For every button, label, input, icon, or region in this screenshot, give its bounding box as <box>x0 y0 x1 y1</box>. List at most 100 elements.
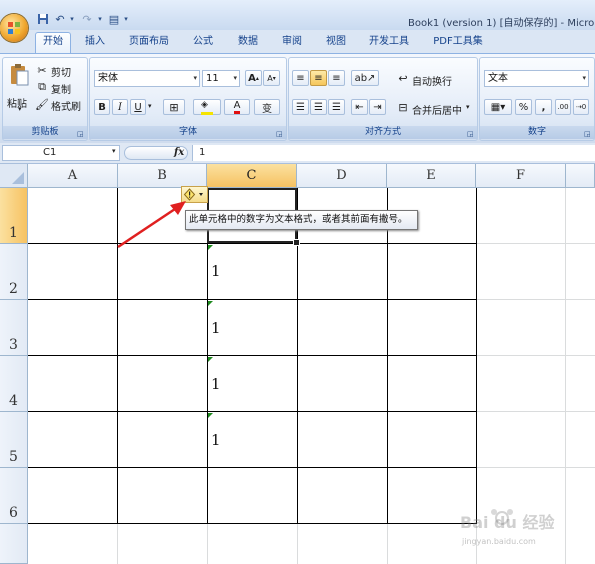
merge-dropdown-icon[interactable]: ▾ <box>466 103 470 111</box>
tab-pdf-tools[interactable]: PDF工具集 <box>428 33 488 51</box>
row-header-5[interactable]: 5 <box>0 412 28 468</box>
column-header-c[interactable]: C <box>207 164 297 188</box>
cell-c3[interactable]: 1 <box>211 319 221 337</box>
gridline <box>476 355 595 356</box>
insert-function-button[interactable]: fx <box>174 147 184 158</box>
wrap-text-button[interactable]: 自动换行 <box>412 73 452 88</box>
number-launcher-icon[interactable]: ◲ <box>584 130 592 138</box>
percent-button[interactable]: % <box>515 99 532 115</box>
row-header-2[interactable]: 2 <box>0 244 28 300</box>
align-left-button[interactable]: ☰ <box>292 99 309 115</box>
tab-developer[interactable]: 开发工具 <box>363 33 415 51</box>
paste-dropdown-icon[interactable]: ▾ <box>18 105 22 113</box>
cut-icon: ✂ <box>37 63 47 77</box>
cell-c2[interactable]: 1 <box>211 262 221 280</box>
column-header-g-partial[interactable] <box>566 164 595 188</box>
merge-center-button[interactable]: 合并后居中 <box>412 102 462 117</box>
decrease-indent-button[interactable]: ⇤ <box>351 99 368 115</box>
phonetic-label: 变 <box>262 103 272 115</box>
tab-view[interactable]: 视图 <box>319 33 353 51</box>
row-header-7-partial[interactable] <box>0 524 28 564</box>
clipboard-launcher-icon[interactable]: ◲ <box>77 130 85 138</box>
paste-icon[interactable] <box>8 62 30 88</box>
column-header-d[interactable]: D <box>297 164 387 188</box>
gridline <box>565 188 566 564</box>
tab-insert[interactable]: 插入 <box>78 33 112 51</box>
column-header-f[interactable]: F <box>476 164 566 188</box>
underline-dropdown-icon[interactable]: ▾ <box>148 102 152 110</box>
paste-button[interactable]: 粘贴 <box>7 95 27 110</box>
tab-data[interactable]: 数据 <box>231 33 265 51</box>
tab-formulas[interactable]: 公式 <box>186 33 220 51</box>
save-icon[interactable] <box>36 12 50 26</box>
redo-icon[interactable]: ↷ <box>80 12 94 26</box>
cell-border <box>28 299 477 300</box>
alignment-launcher-icon[interactable]: ◲ <box>467 130 475 138</box>
column-header-e[interactable]: E <box>387 164 476 188</box>
decrease-indent-icon: ⇤ <box>355 101 364 113</box>
comma-button[interactable]: , <box>535 99 552 115</box>
copy-button[interactable]: 复制 <box>51 81 71 96</box>
cell-border <box>28 411 477 412</box>
cell-c5[interactable]: 1 <box>211 431 221 449</box>
name-box-dropdown-icon[interactable]: ▾ <box>112 147 116 155</box>
name-box[interactable]: C1 <box>2 145 120 161</box>
row-header-4[interactable]: 4 <box>0 356 28 412</box>
decrease-decimal-button[interactable]: ⇢0 <box>573 99 589 115</box>
grow-font-button[interactable]: A ▴ <box>245 70 262 86</box>
font-family-select[interactable]: 宋体 ▾ <box>94 70 200 87</box>
font-group: 宋体 ▾ 11 ▾ A ▴ A ▾ B I U ▾ ⊞ ◈ A 变 字体 ◲ <box>89 57 287 141</box>
align-center-icon: ☰ <box>314 101 323 113</box>
column-header-b[interactable]: B <box>118 164 207 188</box>
row-header-1[interactable]: 1 <box>0 188 28 244</box>
bold-button[interactable]: B <box>94 99 110 115</box>
orientation-button[interactable]: ab↗ <box>351 70 379 86</box>
italic-button[interactable]: I <box>112 99 128 115</box>
office-logo-icon <box>8 22 20 34</box>
increase-decimal-button[interactable]: .00 <box>555 99 571 115</box>
gridline <box>297 524 298 564</box>
align-center-button[interactable]: ☰ <box>310 99 327 115</box>
fill-color-button[interactable]: ◈ <box>193 99 221 115</box>
error-indicator-icon <box>208 301 213 306</box>
qat-customize-icon[interactable]: ▾ <box>119 12 133 26</box>
undo-dropdown-icon[interactable]: ▾ <box>65 12 79 26</box>
row-header-6[interactable]: 6 <box>0 468 28 524</box>
tab-home[interactable]: 开始 <box>35 32 71 53</box>
format-painter-button[interactable]: 格式刷 <box>51 98 81 113</box>
redo-dropdown-icon[interactable]: ▾ <box>93 12 107 26</box>
borders-icon: ⊞ <box>169 100 179 114</box>
row-header-3[interactable]: 3 <box>0 300 28 356</box>
increase-indent-button[interactable]: ⇥ <box>369 99 386 115</box>
align-right-button[interactable]: ☰ <box>328 99 345 115</box>
align-bottom-button[interactable]: ≡ <box>328 70 345 86</box>
align-top-button[interactable]: ≡ <box>292 70 309 86</box>
accounting-format-button[interactable]: ▦▾ <box>484 99 512 115</box>
font-size-select[interactable]: 11 ▾ <box>202 70 240 87</box>
tab-review[interactable]: 审阅 <box>275 33 309 51</box>
cell-c4[interactable]: 1 <box>211 375 221 393</box>
borders-button[interactable]: ⊞ <box>163 99 185 115</box>
cut-button[interactable]: 剪切 <box>51 64 71 79</box>
align-middle-button[interactable]: ≡ <box>310 70 327 86</box>
column-header-a[interactable]: A <box>28 164 118 188</box>
number-format-select[interactable]: 文本 ▾ <box>484 70 589 87</box>
formula-input[interactable]: 1 <box>192 145 595 161</box>
copy-icon: ⧉ <box>38 80 46 93</box>
select-all-button[interactable] <box>0 164 28 188</box>
ribbon: 粘贴 ▾ ✂ 剪切 ⧉ 复制 🖌 格式刷 剪贴板 ◲ 宋体 ▾ 11 ▾ A ▴ A ▾… <box>0 53 595 144</box>
underline-button[interactable]: U <box>130 99 146 115</box>
phonetic-button[interactable]: 变 <box>254 99 280 115</box>
watermark-url: jingyan.baidu.com <box>462 537 536 546</box>
font-color-button[interactable]: A <box>224 99 250 115</box>
watermark-brand: Bai du 经验 <box>460 513 555 532</box>
cell-border <box>28 355 477 356</box>
shrink-font-button[interactable]: A ▾ <box>263 70 280 86</box>
office-button[interactable] <box>0 14 28 42</box>
cell-border <box>476 188 477 524</box>
tab-page-layout[interactable]: 页面布局 <box>123 33 175 51</box>
font-launcher-icon[interactable]: ◲ <box>276 130 284 138</box>
font-size-value: 11 <box>206 73 219 84</box>
font-group-label: 字体 <box>90 126 286 139</box>
fill-handle[interactable] <box>293 239 300 246</box>
